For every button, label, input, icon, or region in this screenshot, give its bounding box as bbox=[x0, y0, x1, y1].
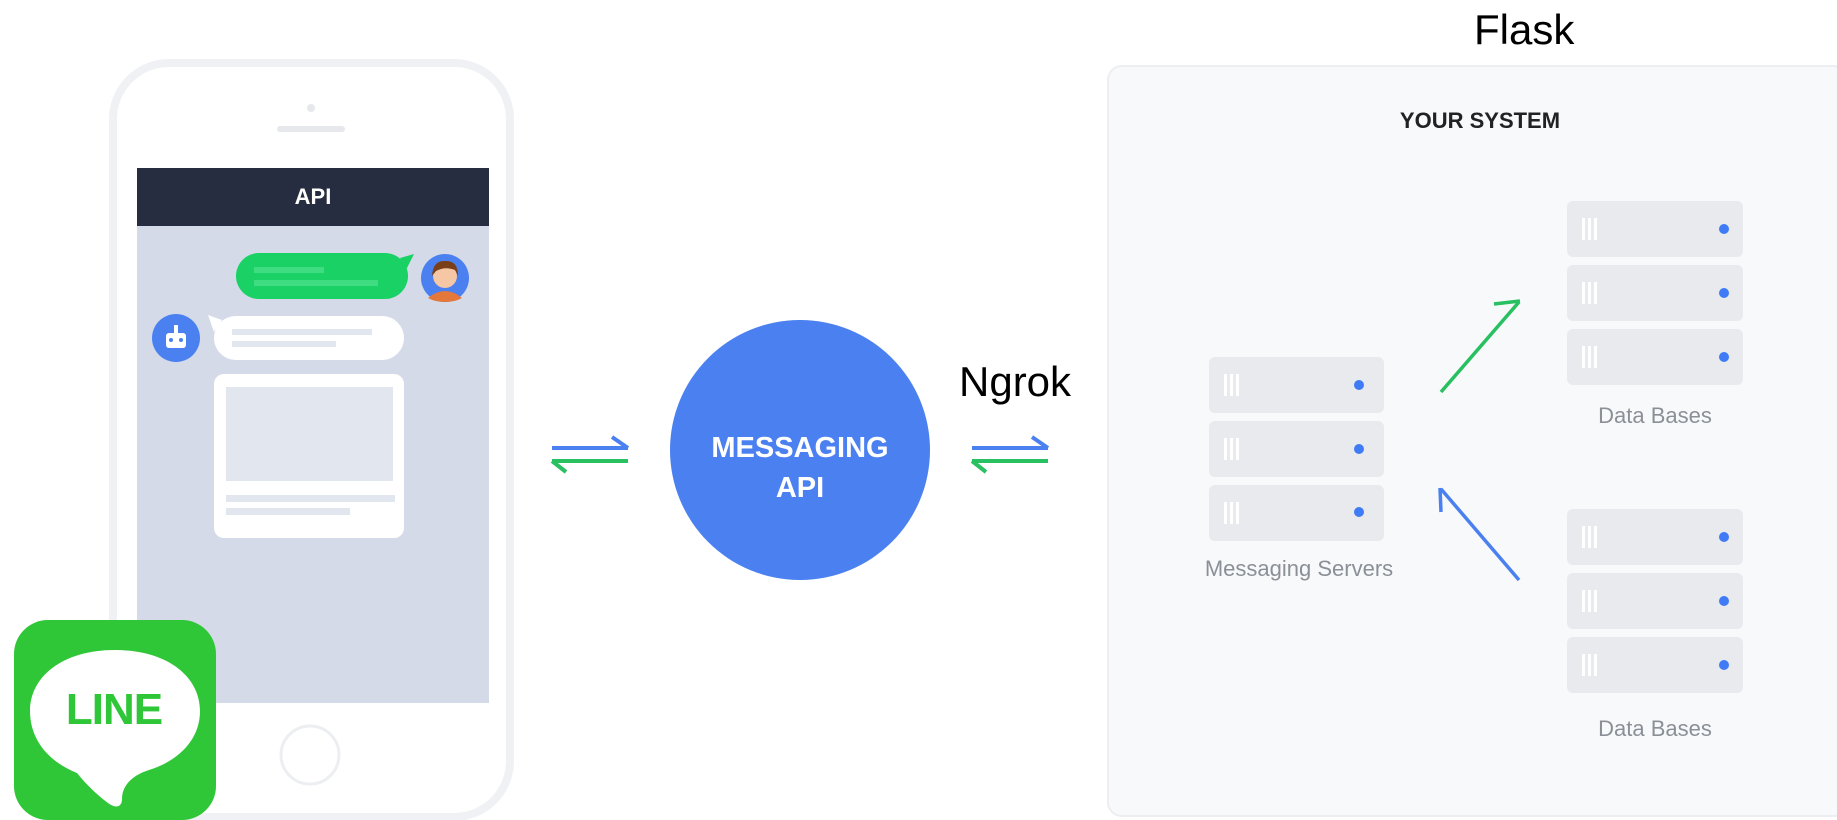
bidirectional-arrows-icon bbox=[550, 435, 630, 474]
server-rack-icon bbox=[1567, 329, 1743, 385]
person-avatar-icon bbox=[421, 254, 469, 302]
bidirectional-arrows-icon bbox=[970, 435, 1050, 474]
server-rack-icon bbox=[1567, 509, 1743, 565]
phone-home-button bbox=[279, 724, 341, 786]
bubble-line bbox=[232, 329, 372, 335]
card-image bbox=[226, 387, 393, 481]
messaging-api-label: MESSAGING API bbox=[668, 428, 932, 508]
messaging-api-line1: MESSAGING bbox=[711, 432, 889, 464]
messaging-servers-label: Messaging Servers bbox=[1204, 556, 1394, 581]
messaging-api-line2: API bbox=[775, 472, 825, 504]
server-rack-icon bbox=[1567, 201, 1743, 257]
user-message-bubble bbox=[236, 253, 408, 299]
phone-camera bbox=[307, 104, 315, 112]
card-line bbox=[226, 495, 395, 502]
server-rack-icon bbox=[1567, 573, 1743, 629]
phone-header-title: API bbox=[294, 184, 332, 209]
bubble-line bbox=[254, 280, 378, 286]
server-rack-icon bbox=[1209, 485, 1384, 541]
messaging-servers-stack bbox=[1209, 357, 1384, 541]
server-rack-icon bbox=[1209, 421, 1384, 477]
phone-speaker bbox=[277, 126, 345, 132]
ngrok-label: Ngrok bbox=[959, 358, 1072, 405]
your-system-title: YOUR SYSTEM bbox=[1399, 108, 1561, 133]
top-databases-stack bbox=[1567, 201, 1743, 385]
robot-icon bbox=[152, 314, 200, 362]
server-rack-icon bbox=[1567, 265, 1743, 321]
data-bases-bottom-label: Data Bases bbox=[1598, 716, 1712, 741]
server-rack-icon bbox=[1567, 637, 1743, 693]
bottom-databases-stack bbox=[1567, 509, 1743, 693]
data-bases-top-label: Data Bases bbox=[1598, 403, 1712, 428]
bot-message-bubble bbox=[214, 316, 404, 360]
server-rack-icon bbox=[1209, 357, 1384, 413]
bubble-line bbox=[254, 267, 324, 273]
card-line bbox=[226, 508, 350, 515]
line-logo-text: LINE bbox=[65, 685, 163, 734]
bubble-line bbox=[232, 341, 336, 347]
flask-label: Flask bbox=[1474, 6, 1575, 53]
